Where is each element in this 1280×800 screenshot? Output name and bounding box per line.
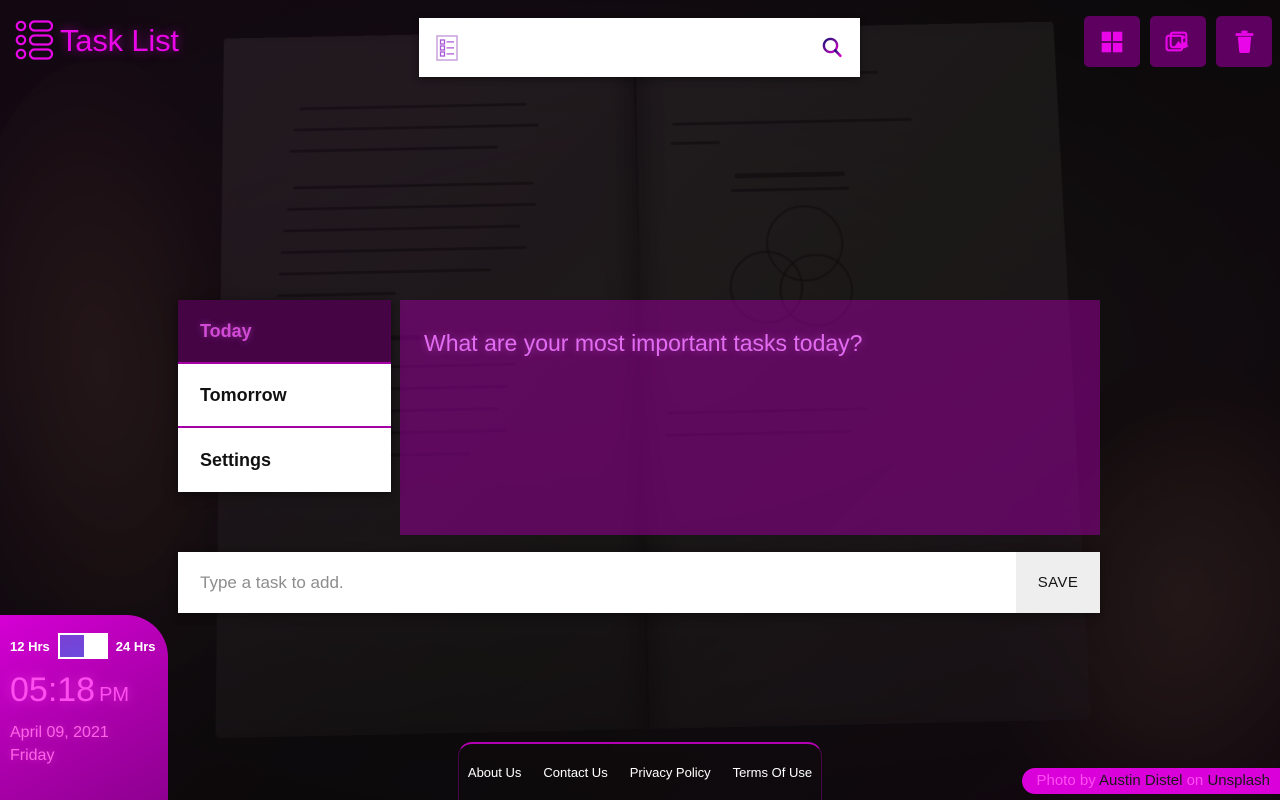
app-logo: Task List	[14, 18, 179, 62]
tab-tomorrow-label: Tomorrow	[200, 384, 287, 405]
clock-format-toggle-knob	[59, 635, 84, 657]
footer: About Us Contact Us Privacy Policy Terms…	[458, 742, 822, 800]
checklist-icon	[15, 20, 54, 60]
photo-credit: Photo by Austin Distel on Unsplash	[1022, 768, 1280, 794]
tab-settings-label: Settings	[200, 449, 272, 470]
add-task-input[interactable]	[178, 552, 1016, 613]
background-images-button[interactable]	[1150, 16, 1206, 67]
app-root: Task List Today Tomorrow Settings What a…	[0, 0, 1280, 800]
app-header: Task List	[0, 0, 1280, 84]
clock-format-12-label: 12 Hrs	[10, 638, 50, 654]
photo-credit-prefix: Photo by	[1036, 772, 1096, 789]
search-submit-button[interactable]	[818, 34, 846, 62]
clock-day: Friday	[10, 747, 55, 765]
header-action-buttons	[1084, 16, 1272, 67]
trash-icon	[1235, 30, 1253, 53]
images-gallery-icon	[1165, 31, 1189, 52]
layout-grid-button[interactable]	[1084, 16, 1140, 67]
add-task-row: SAVE	[178, 552, 1100, 613]
clock-time: 05:18 PM	[10, 673, 158, 707]
photo-credit-middle: on	[1186, 772, 1204, 789]
clock-meridiem: PM	[99, 684, 130, 706]
task-list-prompt: What are your most important tasks today…	[424, 330, 863, 356]
photo-credit-source[interactable]: Unsplash	[1207, 772, 1270, 789]
search-bar	[419, 18, 860, 77]
footer-link-terms-of-use[interactable]: Terms Of Use	[733, 765, 812, 780]
tab-today-label: Today	[200, 320, 252, 341]
app-title: Task List	[60, 22, 179, 58]
tab-today[interactable]: Today	[178, 300, 391, 364]
tab-tomorrow[interactable]: Tomorrow	[178, 364, 391, 428]
delete-all-button[interactable]	[1216, 16, 1272, 67]
footer-link-privacy-policy[interactable]: Privacy Policy	[630, 765, 711, 780]
search-icon	[822, 37, 842, 57]
clock-widget: 12 Hrs 24 Hrs 05:18 PM April 09, 2021 Fri…	[0, 615, 168, 800]
save-task-button[interactable]: SAVE	[1016, 552, 1100, 613]
list-document-icon	[436, 34, 458, 61]
tab-settings[interactable]: Settings	[178, 428, 391, 492]
clock-format-toggle[interactable]	[57, 633, 108, 659]
footer-link-about-us[interactable]: About Us	[468, 765, 521, 780]
tabs-panel: Today Tomorrow Settings	[178, 300, 391, 492]
task-list-panel: What are your most important tasks today…	[400, 300, 1100, 535]
clock-time-value: 05:18	[10, 671, 96, 709]
grid-layout-icon	[1101, 31, 1123, 52]
clock-format-24-label: 24 Hrs	[115, 638, 156, 654]
photo-credit-author[interactable]: Austin Distel	[1099, 772, 1182, 789]
clock-date: April 09, 2021	[10, 724, 109, 741]
search-input[interactable]	[459, 18, 818, 77]
clock-format-toggle-row: 12 Hrs 24 Hrs	[10, 633, 158, 659]
footer-link-contact-us[interactable]: Contact Us	[543, 765, 607, 780]
